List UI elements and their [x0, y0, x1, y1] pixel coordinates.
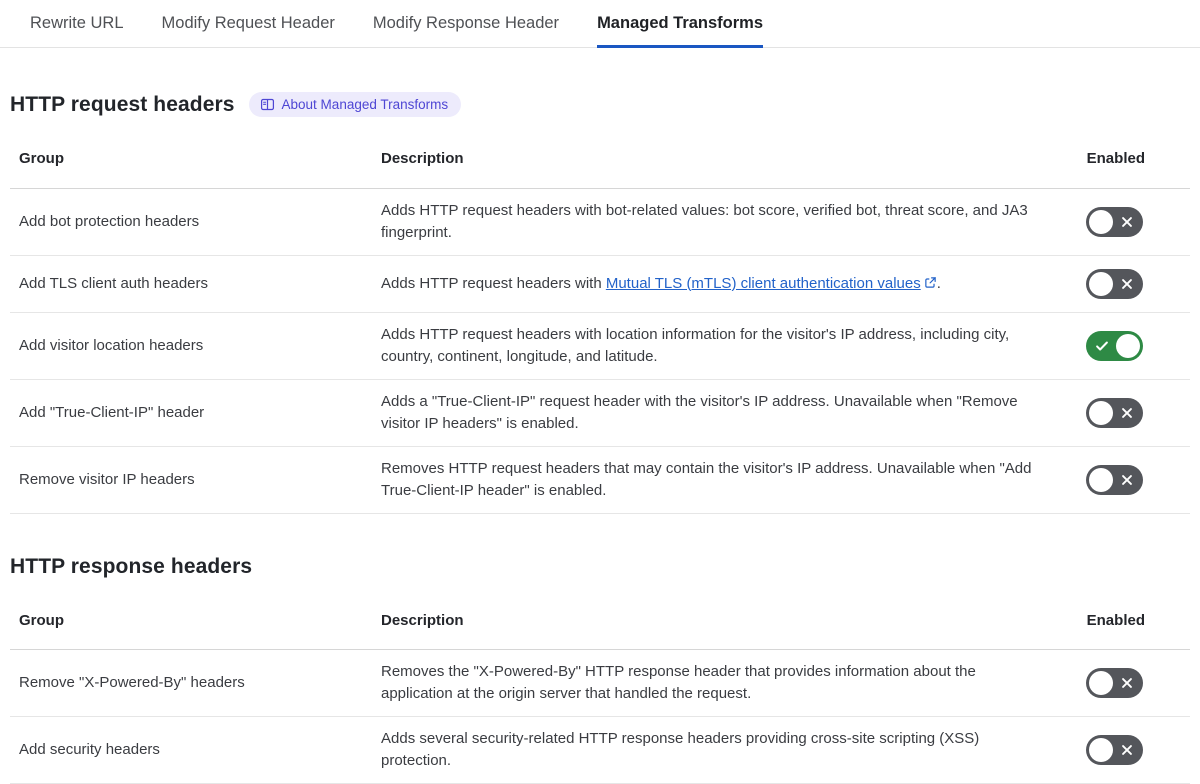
check-icon [1095, 339, 1109, 353]
enabled-cell [1062, 255, 1190, 312]
description-text: Adds a "True-Client-IP" request header w… [381, 393, 1018, 432]
table-row: Add "True-Client-IP" header Adds a "True… [10, 379, 1190, 446]
response-headers-section-head: HTTP response headers [10, 555, 1190, 579]
enabled-cell [1062, 188, 1190, 255]
x-icon [1120, 743, 1134, 757]
about-managed-transforms-badge[interactable]: About Managed Transforms [249, 92, 462, 117]
toggle-knob [1089, 272, 1113, 296]
response-headers-title: HTTP response headers [10, 555, 252, 579]
description-cell: Adds HTTP request headers with bot-relat… [372, 188, 1062, 255]
table-row: Add bot protection headers Adds HTTP req… [10, 188, 1190, 255]
request-headers-title: HTTP request headers [10, 93, 235, 117]
request-table-body: Add bot protection headers Adds HTTP req… [10, 188, 1190, 513]
column-header-group: Group [10, 593, 372, 650]
x-icon [1120, 473, 1134, 487]
description-cell: Adds a "True-Client-IP" request header w… [372, 379, 1062, 446]
toggle-knob [1089, 210, 1113, 234]
description-text: Removes the "X-Powered-By" HTTP response… [381, 663, 976, 702]
enabled-toggle[interactable] [1086, 398, 1143, 428]
enabled-toggle[interactable] [1086, 331, 1143, 361]
description-text: Removes HTTP request headers that may co… [381, 460, 1031, 499]
x-icon [1120, 676, 1134, 690]
description-text: Adds HTTP request headers with [381, 275, 606, 292]
column-header-description: Description [372, 593, 1062, 650]
x-icon [1120, 406, 1134, 420]
external-link-icon [921, 275, 937, 292]
table-row: Remove "X-Powered-By" headers Removes th… [10, 650, 1190, 717]
group-label: Add bot protection headers [10, 188, 372, 255]
toggle-knob [1089, 468, 1113, 492]
group-label: Add visitor location headers [10, 312, 372, 379]
group-label: Add "True-Client-IP" header [10, 379, 372, 446]
tab-rewrite-url[interactable]: Rewrite URL [30, 0, 124, 48]
enabled-toggle[interactable] [1086, 207, 1143, 237]
about-badge-label: About Managed Transforms [282, 97, 449, 112]
tab-modify-response-header[interactable]: Modify Response Header [373, 0, 559, 48]
request-headers-table: Group Description Enabled Add bot protec… [10, 131, 1190, 514]
description-text: Adds HTTP request headers with bot-relat… [381, 202, 1028, 241]
description-cell: Adds several security-related HTTP respo… [372, 717, 1062, 784]
toggle-knob [1089, 671, 1113, 695]
enabled-cell [1062, 446, 1190, 513]
enabled-toggle[interactable] [1086, 668, 1143, 698]
table-row: Remove visitor IP headers Removes HTTP r… [10, 446, 1190, 513]
group-label: Remove "X-Powered-By" headers [10, 650, 372, 717]
group-label: Add security headers [10, 717, 372, 784]
description-text: Adds HTTP request headers with location … [381, 326, 1009, 365]
column-header-group: Group [10, 131, 372, 188]
tab-modify-request-header[interactable]: Modify Request Header [162, 0, 335, 48]
enabled-toggle[interactable] [1086, 735, 1143, 765]
description-cell: Adds HTTP request headers with Mutual TL… [372, 255, 1062, 312]
enabled-cell [1062, 379, 1190, 446]
description-text: . [937, 275, 941, 292]
description-text: Adds several security-related HTTP respo… [381, 730, 979, 769]
request-headers-section-head: HTTP request headers About Managed Trans… [10, 92, 1190, 117]
group-label: Add TLS client auth headers [10, 255, 372, 312]
description-cell: Removes the "X-Powered-By" HTTP response… [372, 650, 1062, 717]
tab-managed-transforms[interactable]: Managed Transforms [597, 0, 763, 48]
response-table-body: Remove "X-Powered-By" headers Removes th… [10, 650, 1190, 784]
toggle-knob [1116, 334, 1140, 358]
enabled-cell [1062, 717, 1190, 784]
transform-rules-tabbar: Rewrite URL Modify Request Header Modify… [0, 0, 1200, 48]
description-cell: Removes HTTP request headers that may co… [372, 446, 1062, 513]
description-link[interactable]: Mutual TLS (mTLS) client authentication … [606, 275, 937, 292]
column-header-enabled: Enabled [1062, 131, 1190, 188]
x-icon [1120, 277, 1134, 291]
table-row: Add security headers Adds several securi… [10, 717, 1190, 784]
x-icon [1120, 215, 1134, 229]
column-header-description: Description [372, 131, 1062, 188]
group-label: Remove visitor IP headers [10, 446, 372, 513]
column-header-enabled: Enabled [1062, 593, 1190, 650]
toggle-knob [1089, 401, 1113, 425]
table-row: Add visitor location headers Adds HTTP r… [10, 312, 1190, 379]
enabled-toggle[interactable] [1086, 465, 1143, 495]
table-row: Add TLS client auth headers Adds HTTP re… [10, 255, 1190, 312]
description-cell: Adds HTTP request headers with location … [372, 312, 1062, 379]
enabled-toggle[interactable] [1086, 269, 1143, 299]
enabled-cell [1062, 312, 1190, 379]
response-headers-table: Group Description Enabled Remove "X-Powe… [10, 593, 1190, 784]
book-icon [260, 97, 275, 112]
enabled-cell [1062, 650, 1190, 717]
